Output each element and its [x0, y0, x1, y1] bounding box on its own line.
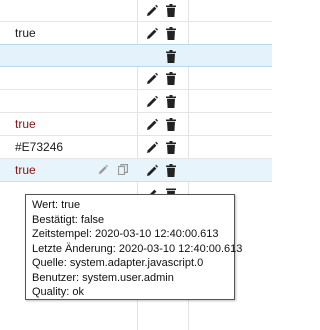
tooltip-quality: Quality: ok — [32, 286, 84, 298]
edit-icon[interactable] — [146, 141, 158, 154]
trash-icon[interactable] — [166, 95, 178, 108]
edit-value-icon[interactable] — [98, 164, 110, 177]
tooltip-timestamp: Zeitstempel: 2020-03-10 12:40:00.613 — [32, 228, 219, 240]
trash-icon[interactable] — [166, 72, 178, 85]
row-actions — [146, 27, 180, 40]
tooltip-acknowledged: Bestätigt: false — [32, 213, 105, 226]
edit-icon[interactable] — [146, 95, 158, 108]
tooltip-value: Wert: true — [32, 199, 81, 211]
table-row[interactable] — [0, 0, 272, 22]
table-row[interactable]: true — [0, 113, 272, 136]
copy-icon[interactable] — [118, 164, 130, 177]
row-value: true — [15, 117, 36, 131]
row-value: true — [15, 26, 36, 40]
tooltip-user: Benutzer: system.user.admin — [32, 271, 174, 284]
row-value: true — [15, 163, 36, 177]
edit-icon[interactable] — [146, 4, 158, 17]
edit-icon[interactable] — [146, 164, 158, 177]
table-row-selected[interactable] — [0, 44, 272, 67]
edit-icon[interactable] — [146, 72, 158, 85]
tooltip-source: Quelle: system.adapter.javascript.0 — [32, 257, 204, 269]
row-actions — [146, 118, 180, 131]
table-row[interactable] — [0, 90, 272, 113]
row-actions — [146, 72, 180, 85]
edit-icon[interactable] — [146, 118, 158, 131]
tooltip-last-change: Letzte Änderung: 2020-03-10 12:40:00.613 — [32, 242, 243, 255]
trash-icon[interactable] — [166, 141, 178, 154]
trash-icon[interactable] — [166, 27, 178, 40]
table-row-hovered[interactable]: true — [0, 159, 272, 182]
row-actions — [146, 164, 180, 177]
row-actions — [146, 50, 180, 63]
edit-icon[interactable] — [146, 27, 158, 40]
row-actions — [146, 141, 180, 154]
table-row[interactable]: true — [0, 22, 272, 45]
trash-icon[interactable] — [166, 118, 178, 131]
row-actions — [146, 95, 180, 108]
trash-icon[interactable] — [166, 164, 178, 177]
row-value: #E73246 — [15, 140, 64, 154]
trash-icon[interactable] — [166, 50, 178, 63]
trash-icon[interactable] — [166, 4, 178, 17]
state-info-tooltip: Wert: true Bestätigt: false Zeitstempel:… — [25, 194, 243, 300]
table-row[interactable]: #E73246 — [0, 136, 272, 159]
table-row[interactable] — [0, 67, 272, 90]
row-actions — [146, 4, 180, 17]
